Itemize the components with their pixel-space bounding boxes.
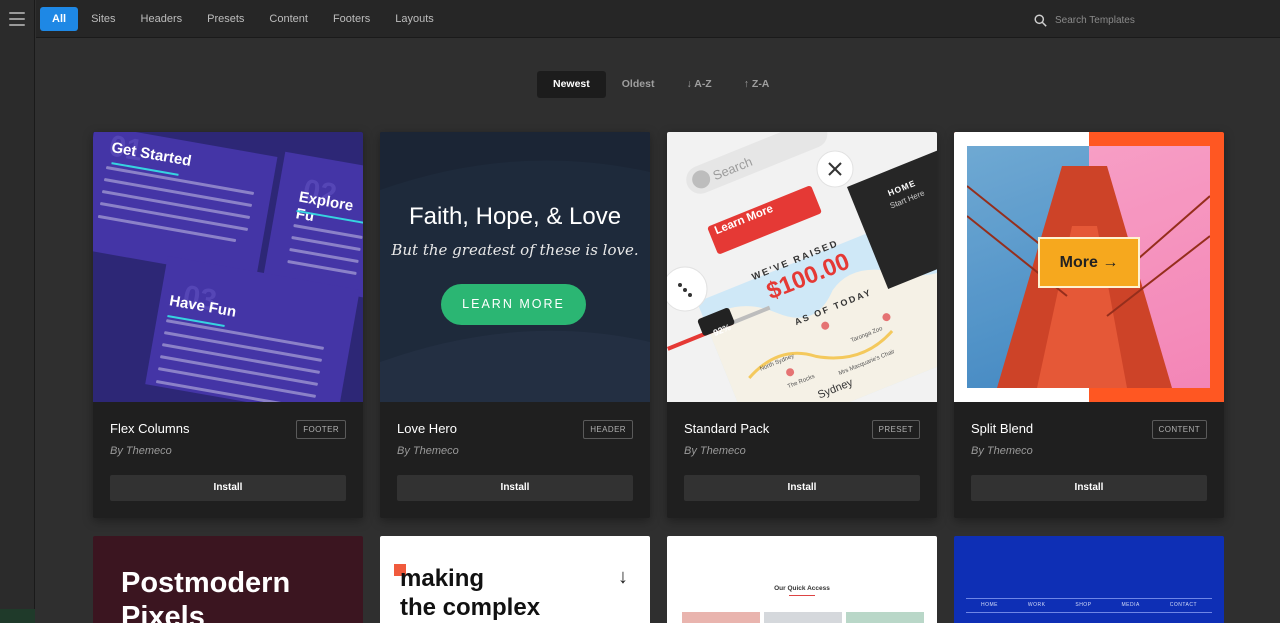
tab-content[interactable]: Content: [257, 7, 320, 31]
template-card-quick-access[interactable]: Our Quick Access: [667, 536, 937, 623]
hamburger-menu-icon[interactable]: [9, 12, 25, 26]
preview-nav-item: HOME: [980, 602, 998, 608]
install-button[interactable]: Install: [110, 475, 346, 501]
preview-nav-item: WORK: [1027, 602, 1046, 608]
template-preview: Search Learn More WE'VE RAISED $100.00 A…: [667, 132, 937, 402]
search-input[interactable]: [1055, 14, 1225, 26]
card-author: By Themeco: [684, 445, 746, 457]
preview-learn-more: LEARN MORE: [441, 284, 586, 325]
preview-image: [846, 612, 924, 623]
type-badge: FOOTER: [296, 420, 346, 439]
rail-footer: [0, 609, 35, 623]
tab-all[interactable]: All: [40, 7, 79, 31]
template-preview: More →: [954, 132, 1224, 402]
tab-presets[interactable]: Presets: [195, 7, 256, 31]
preview-title: making the complex: [400, 564, 540, 622]
template-preview: Faith, Hope, & Love But the greatest of …: [380, 132, 650, 402]
preview-title-line: Postmodern: [121, 567, 291, 599]
template-card-standard-pack[interactable]: Search Learn More WE'VE RAISED $100.00 A…: [667, 132, 937, 518]
type-badge: HEADER: [583, 420, 633, 439]
card-title: Flex Columns: [110, 421, 190, 436]
template-preview: 01 Get Started 02 Explore Fu 03 Have Fun: [93, 132, 363, 402]
template-card-postmodern-pixels[interactable]: Postmodern Pixels: [93, 536, 363, 623]
card-info: Split Blend By Themeco CONTENT Install: [954, 402, 1224, 518]
install-button[interactable]: Install: [397, 475, 633, 501]
preview-title: Postmodern Pixels: [121, 566, 290, 623]
sort-z-a[interactable]: ↑ Z-A: [728, 71, 786, 98]
tab-layouts[interactable]: Layouts: [383, 7, 446, 31]
card-title: Love Hero: [397, 421, 457, 436]
preview-nav-item: CONTACT: [1169, 602, 1198, 608]
card-info: Love Hero By Themeco HEADER Install: [380, 402, 650, 518]
type-badge: CONTENT: [1151, 420, 1207, 439]
install-button[interactable]: Install: [971, 475, 1207, 501]
template-card-making-the-complex[interactable]: making the complex ↓: [380, 536, 650, 623]
arrow-down-icon: ↓: [618, 566, 628, 588]
left-rail: [0, 0, 35, 623]
preview-nav: HOME WORK SHOP MEDIA CONTACT: [966, 602, 1212, 608]
template-card-blue-nav[interactable]: HOME WORK SHOP MEDIA CONTACT: [954, 536, 1224, 623]
sort-bar: Newest Oldest ↓ A-Z ↑ Z-A: [537, 71, 785, 98]
preview-subtitle: But the greatest of these is love.: [391, 241, 639, 259]
template-card-split-blend[interactable]: More → Split Blend By Themeco CONTENT In…: [954, 132, 1224, 518]
card-author: By Themeco: [110, 445, 172, 457]
tab-footers[interactable]: Footers: [321, 7, 382, 31]
preview-title: Our Quick Access: [774, 585, 830, 592]
preview-background: [380, 132, 650, 402]
card-title: Split Blend: [971, 421, 1034, 436]
sort-a-z[interactable]: ↓ A-Z: [670, 71, 727, 98]
preview-more-button: More →: [1038, 237, 1140, 288]
preview-image: [764, 612, 842, 623]
preview-rule: [966, 598, 1212, 599]
template-card-flex-columns[interactable]: 01 Get Started 02 Explore Fu 03 Have Fun: [93, 132, 363, 518]
app-window: All Sites Headers Presets Content Footer…: [0, 0, 1280, 623]
preview-title: Faith, Hope, & Love: [408, 203, 622, 230]
preview-underline: [789, 595, 815, 596]
tab-sites[interactable]: Sites: [79, 7, 127, 31]
template-card-love-hero[interactable]: Faith, Hope, & Love But the greatest of …: [380, 132, 650, 518]
preview-nav-item: MEDIA: [1121, 602, 1140, 608]
sort-oldest[interactable]: Oldest: [606, 71, 671, 98]
card-info: Flex Columns By Themeco FOOTER Install: [93, 402, 363, 518]
preview-title-line: Pixels: [121, 601, 205, 623]
top-bar: All Sites Headers Presets Content Footer…: [36, 0, 1280, 38]
preview-nav-item: SHOP: [1075, 602, 1092, 608]
card-author: By Themeco: [397, 445, 459, 457]
install-button[interactable]: Install: [684, 475, 920, 501]
card-info: Standard Pack By Themeco PRESET Install: [667, 402, 937, 518]
type-badge: PRESET: [871, 420, 920, 439]
search-box: [1034, 11, 1234, 29]
preview-rule: [966, 612, 1212, 613]
preview-title-line: making: [400, 565, 485, 592]
preview-image: [682, 612, 760, 623]
sort-newest[interactable]: Newest: [537, 71, 606, 98]
search-icon: [1034, 13, 1047, 27]
tab-headers[interactable]: Headers: [129, 7, 195, 31]
preview-title-line: the complex: [400, 594, 541, 621]
card-author: By Themeco: [971, 445, 1033, 457]
card-title: Standard Pack: [684, 421, 770, 436]
category-tabs: All Sites Headers Presets Content Footer…: [40, 7, 447, 31]
